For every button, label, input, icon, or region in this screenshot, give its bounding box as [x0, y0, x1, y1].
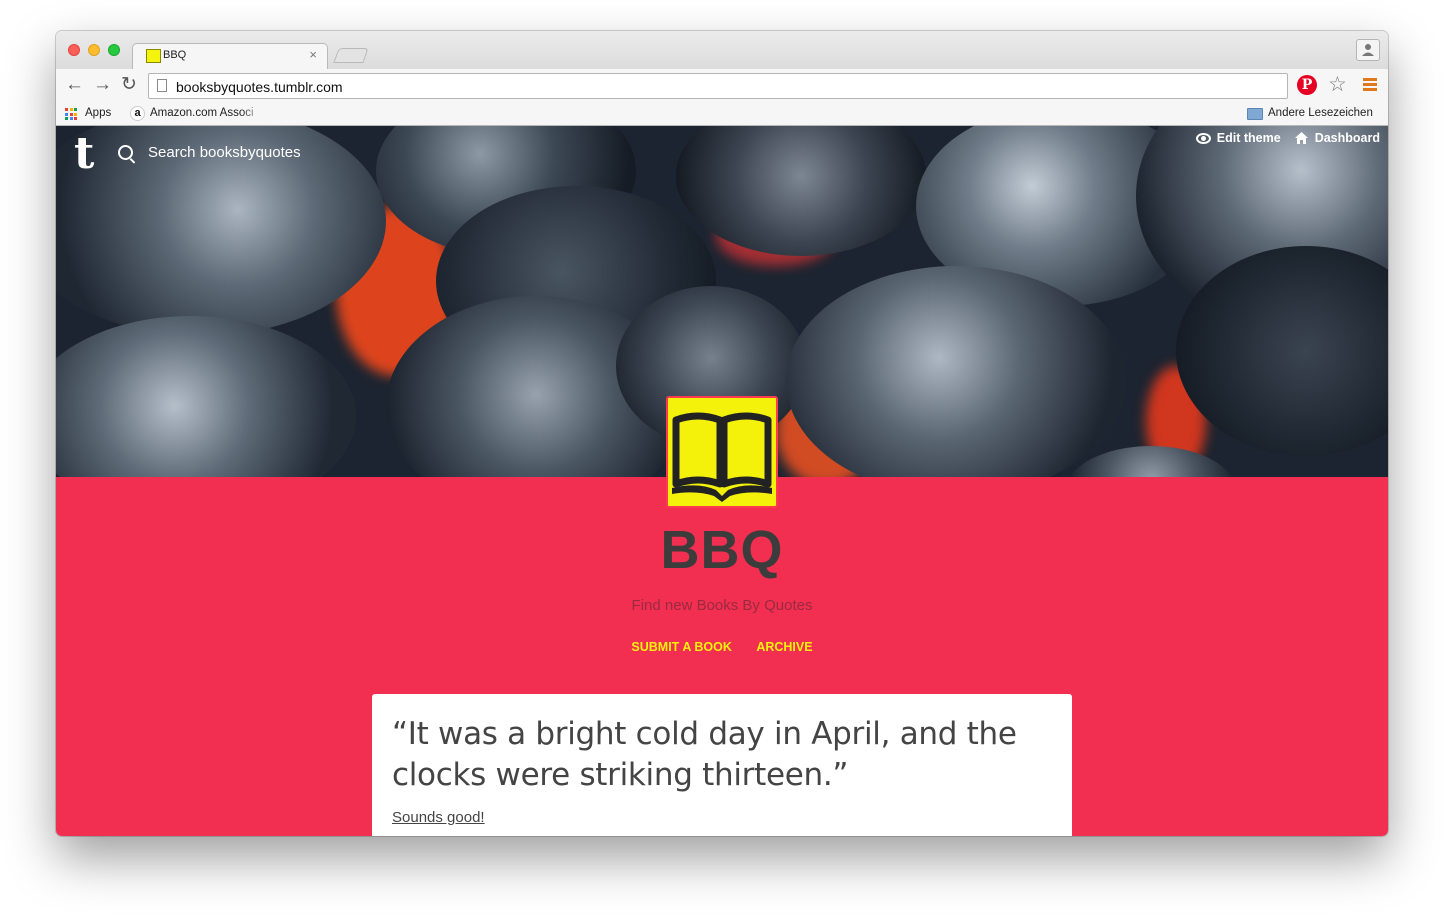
browser-toolbar: ← → ↻ booksbyquotes.tumblr.com P ☆: [56, 69, 1388, 103]
tab-bbq[interactable]: BBQ ×: [132, 43, 328, 70]
amazon-icon: a: [130, 106, 145, 121]
bookmarks-bar: Apps a Amazon.com Associ Andere Lesezeic…: [56, 103, 1388, 126]
book-favicon-icon: [146, 49, 161, 63]
eye-icon: [1195, 132, 1211, 144]
blog-title: BBQ: [660, 520, 784, 580]
tab-close-icon[interactable]: ×: [309, 47, 317, 62]
profile-button[interactable]: [1356, 39, 1380, 61]
bookmark-amazon[interactable]: Amazon.com Associ: [150, 107, 264, 119]
forward-button[interactable]: →: [93, 74, 112, 96]
edit-theme-label: Edit theme: [1216, 131, 1281, 145]
nav-archive[interactable]: ARCHIVE: [756, 640, 812, 654]
address-bar[interactable]: booksbyquotes.tumblr.com: [148, 73, 1288, 99]
back-button[interactable]: ←: [65, 74, 84, 96]
dashboard-label: Dashboard: [1314, 131, 1380, 145]
folder-icon: [1247, 108, 1263, 120]
home-icon: [1294, 132, 1308, 144]
minimize-window-button[interactable]: [88, 44, 100, 56]
maximize-window-button[interactable]: [108, 44, 120, 56]
pinterest-icon[interactable]: P: [1297, 75, 1317, 95]
new-tab-button[interactable]: [333, 48, 369, 63]
page-icon: [157, 79, 167, 92]
browser-window: BBQ × ← → ↻ booksbyquotes.tumblr.com P ☆: [56, 31, 1388, 836]
reload-button[interactable]: ↻: [121, 74, 137, 96]
search-icon: [118, 145, 133, 160]
blog-avatar[interactable]: [666, 396, 778, 508]
blog-description: Find new Books By Quotes: [631, 597, 813, 614]
title-bar: BBQ ×: [56, 31, 1388, 70]
bookmark-apps[interactable]: Apps: [85, 107, 111, 119]
tab-title: BBQ: [163, 49, 187, 61]
url-text: booksbyquotes.tumblr.com: [176, 79, 343, 95]
post-quote: “It was a bright cold day in April, and …: [392, 716, 1017, 793]
dashboard-button[interactable]: Dashboard: [1294, 131, 1380, 145]
menu-icon[interactable]: [1363, 78, 1377, 93]
blog-nav: SUBMIT A BOOK ARCHIVE: [56, 638, 1388, 656]
open-book-icon: [672, 412, 772, 502]
tumblr-logo-icon[interactable]: t: [74, 132, 94, 176]
search-input[interactable]: [146, 143, 390, 162]
apps-grid-icon[interactable]: [65, 108, 77, 120]
person-icon: [1362, 44, 1374, 56]
bookmark-star-icon[interactable]: ☆: [1328, 72, 1347, 97]
bookmark-other[interactable]: Andere Lesezeichen: [1268, 107, 1373, 119]
quote-post: “It was a bright cold day in April, and …: [372, 694, 1072, 836]
close-window-button[interactable]: [68, 44, 80, 56]
edit-theme-button[interactable]: Edit theme: [1195, 131, 1281, 145]
post-source-link[interactable]: Sounds good!: [392, 809, 1052, 826]
nav-submit-a-book[interactable]: SUBMIT A BOOK: [631, 640, 731, 654]
tumblr-controls: Edit theme Dashboard: [1195, 131, 1380, 145]
page-viewport: t Edit theme Dashboard: [56, 126, 1388, 836]
